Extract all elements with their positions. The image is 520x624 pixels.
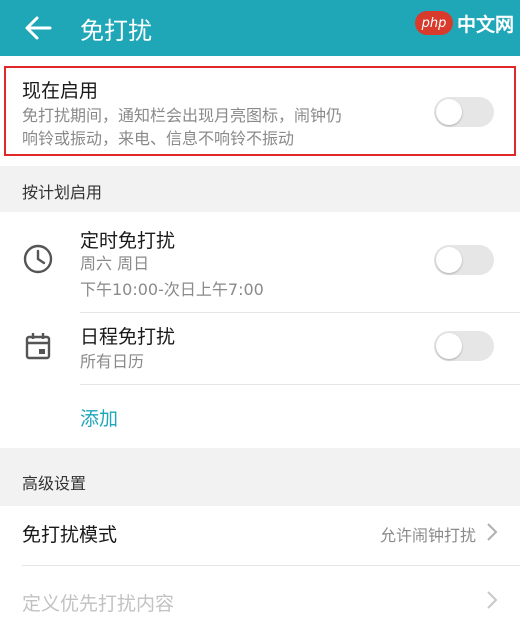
enable-now-desc-line2: 响铃或振动，来电、信息不响铃不振动: [22, 129, 295, 148]
page-title: 免打扰: [80, 17, 152, 45]
arrow-left-icon: [25, 16, 52, 40]
priority-content-label[interactable]: 定义优先打扰内容: [22, 589, 174, 616]
schedule-section-label: 按计划启用: [22, 183, 103, 202]
calendar-icon: [22, 330, 54, 362]
app-bar: 免打扰 php 中文网: [0, 0, 520, 56]
toggle-knob: [436, 333, 462, 359]
dnd-mode-label[interactable]: 免打扰模式: [22, 520, 117, 547]
schedule-section-header: 按计划启用: [0, 166, 520, 212]
calendar-dnd-title: 日程免打扰: [80, 326, 176, 348]
enable-now-desc-line1: 免打扰期间，通知栏会出现月亮图标，闹钟仍: [22, 106, 343, 125]
back-button[interactable]: [20, 10, 56, 46]
site-watermark: php 中文网: [414, 8, 514, 38]
toggle-knob: [436, 247, 462, 273]
divider: [22, 565, 520, 566]
chevron-right-icon: [484, 520, 500, 544]
chevron-right-icon: [484, 588, 500, 612]
divider: [80, 384, 520, 385]
timed-dnd-time: 下午10:00-次日上午7:00: [80, 280, 264, 299]
calendar-dnd-toggle[interactable]: [434, 331, 494, 361]
divider: [80, 312, 520, 313]
watermark-logo: php: [414, 11, 453, 35]
timed-dnd-toggle[interactable]: [434, 245, 494, 275]
dnd-mode-value[interactable]: 允许闹钟打扰: [380, 522, 476, 546]
watermark-text: 中文网: [456, 13, 514, 36]
toggle-knob: [436, 99, 462, 125]
advanced-section-label: 高级设置: [22, 474, 87, 493]
calendar-dnd-subtitle: 所有日历: [80, 352, 145, 371]
add-schedule-link[interactable]: 添加: [80, 404, 118, 431]
enable-now-title: 现在启用: [22, 80, 99, 102]
clock-icon: [22, 243, 54, 275]
timed-dnd-title: 定时免打扰: [80, 230, 176, 252]
enable-now-toggle[interactable]: [434, 97, 494, 127]
timed-dnd-days: 周六 周日: [80, 254, 150, 273]
advanced-section-header: 高级设置: [0, 448, 520, 506]
